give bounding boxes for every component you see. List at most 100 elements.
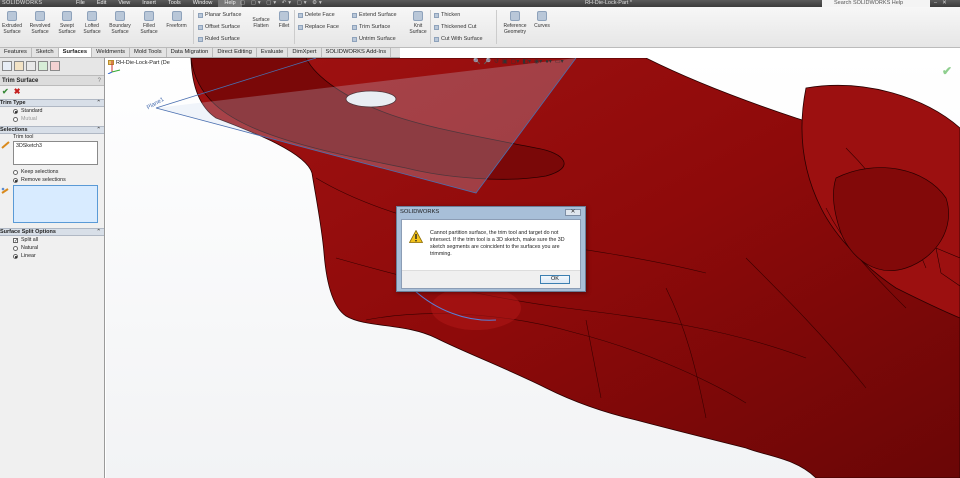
radio-unselected-icon [13, 246, 18, 251]
trim-surface-button[interactable]: Trim Surface [352, 24, 390, 30]
cancel-x-icon[interactable]: ✖ [14, 87, 21, 96]
tab-data-migration[interactable]: Data Migration [167, 48, 214, 57]
configuration-manager-icon[interactable] [26, 61, 36, 71]
tab-weldments[interactable]: Weldments [92, 48, 131, 57]
dimxpert-manager-icon[interactable] [38, 61, 48, 71]
close-window-icon[interactable]: ✕ [942, 0, 947, 7]
lofted-surface-button[interactable]: Lofted Surface [80, 11, 104, 35]
quick-access-toolbar[interactable]: ▢ ▢▾ ▢▾ ↶▾ ▢▾ ⚙▾ [240, 0, 324, 7]
display-style-icon[interactable]: ◧▾ [522, 58, 531, 65]
dialog-ok-button[interactable]: OK [540, 275, 570, 284]
dialog-close-button[interactable]: ✕ [565, 209, 581, 216]
radio-unselected-icon [13, 170, 18, 175]
property-manager-icon[interactable] [14, 61, 24, 71]
pieces-to-remove-icon [1, 187, 9, 194]
ribbon-divider [430, 10, 431, 44]
extend-surface-button[interactable]: Extend Surface [352, 12, 397, 18]
linear-radio[interactable]: Linear [0, 252, 104, 260]
section-view-icon[interactable]: ▣ [502, 58, 508, 65]
ribbon-divider [193, 10, 194, 44]
help-search-input[interactable]: Search SOLIDWORKS Help [822, 0, 930, 7]
selections-group-header[interactable]: Selections ⌃ [0, 126, 104, 134]
trim-type-group-header[interactable]: Trim Type ⌃ [0, 99, 104, 107]
knit-surface-button[interactable]: Knit Surface [407, 11, 429, 35]
tab-dimxpert[interactable]: DimXpert [288, 48, 322, 57]
boundary-surface-button[interactable]: Boundary Surface [106, 11, 134, 35]
ruled-surface-button[interactable]: Ruled Surface [198, 36, 240, 42]
swept-surface-button[interactable]: Swept Surface [56, 11, 78, 35]
menu-tools[interactable]: Tools [162, 0, 187, 7]
planar-surface-button[interactable]: Planar Surface [198, 12, 241, 18]
swept-surface-icon [62, 11, 72, 21]
freeform-button[interactable]: Freeform [163, 11, 190, 29]
cut-with-surface-button[interactable]: Cut With Surface [434, 36, 483, 42]
minimize-icon[interactable]: – [934, 0, 937, 7]
trim-type-standard-radio[interactable]: Standard [0, 107, 104, 115]
remove-selections-radio[interactable]: Remove selections [0, 176, 104, 184]
dialog-body: Cannot partition surface, the trim tool … [401, 219, 581, 289]
collapse-chevron-icon[interactable]: ⌃ [96, 127, 101, 134]
tab-surfaces[interactable]: Surfaces [58, 48, 93, 57]
confirmation-corner-ok-icon[interactable]: ✔ [942, 64, 952, 78]
thickened-cut-button[interactable]: Thickened Cut [434, 24, 476, 30]
natural-radio[interactable]: Natural [0, 244, 104, 252]
offset-surface-button[interactable]: Offset Surface [198, 24, 240, 30]
collapse-chevron-icon[interactable]: ⌃ [96, 100, 101, 107]
knit-surface-icon [413, 11, 423, 21]
split-all-checkbox[interactable]: ✓ Split all [0, 236, 104, 244]
trim-tool-selection-box[interactable]: 3DSketch3 [13, 141, 98, 165]
untrim-surface-button[interactable]: Untrim Surface [352, 36, 396, 42]
tab-sketch[interactable]: Sketch [32, 48, 59, 57]
warning-icon [409, 230, 423, 243]
tab-direct-editing[interactable]: Direct Editing [213, 48, 257, 57]
zoom-fit-icon[interactable]: 🔍 [473, 58, 480, 65]
dialog-message: Cannot partition surface, the trim tool … [430, 230, 565, 257]
dialog-title-bar: SOLIDWORKS ✕ [397, 207, 585, 218]
scene-icon[interactable]: ▭▾ [555, 58, 564, 65]
thicken-button[interactable]: Thicken [434, 12, 460, 18]
previous-view-icon[interactable]: ↺ [494, 58, 499, 65]
help-search-placeholder: Search SOLIDWORKS Help [834, 0, 904, 6]
display-manager-icon[interactable] [50, 61, 60, 71]
error-dialog: SOLIDWORKS ✕ Cannot partition surface, t… [396, 206, 586, 292]
title-bar: SOLIDWORKS File Edit View Insert Tools W… [0, 0, 960, 7]
tab-features[interactable]: Features [0, 48, 32, 57]
menu-edit[interactable]: Edit [91, 0, 112, 7]
tab-solidworks-addins[interactable]: SOLIDWORKS Add-Ins [322, 48, 392, 57]
property-manager-title: Trim Surface ? [0, 76, 104, 86]
extruded-surface-button[interactable]: Extruded Surface [0, 11, 24, 35]
revolved-surface-button[interactable]: Revolved Surface [27, 11, 53, 35]
delete-face-button[interactable]: Delete Face [298, 12, 335, 18]
app-logo: SOLIDWORKS [2, 0, 43, 6]
fillet-button[interactable]: Fillet [274, 11, 294, 29]
appearance-icon[interactable]: ●▾ [545, 58, 552, 65]
ok-check-icon[interactable]: ✔ [2, 87, 9, 96]
freeform-icon [171, 11, 182, 21]
tab-evaluate[interactable]: Evaluate [257, 48, 289, 57]
menu-help[interactable]: Help [218, 0, 242, 7]
help-icon[interactable]: ? [98, 76, 101, 86]
collapse-chevron-icon[interactable]: ⌃ [96, 229, 101, 236]
reference-geometry-button[interactable]: Reference Geometry [500, 11, 530, 35]
tab-mold-tools[interactable]: Mold Tools [130, 48, 167, 57]
feature-tree-icon[interactable] [2, 61, 12, 71]
boundary-surface-icon [115, 11, 125, 21]
menu-view[interactable]: View [112, 0, 136, 7]
dialog-footer: OK [402, 270, 580, 288]
menu-file[interactable]: File [70, 0, 91, 7]
zoom-area-icon[interactable]: 🔎 [483, 58, 490, 65]
trim-type-mutual-radio[interactable]: Mutual [0, 115, 104, 123]
view-orientation-icon[interactable]: ▢▾ [511, 58, 520, 65]
surface-flatten-button[interactable]: Surface Flatten [248, 17, 274, 29]
menu-insert[interactable]: Insert [136, 0, 162, 7]
hide-show-icon[interactable]: ◉▾ [534, 58, 542, 65]
curves-button[interactable]: Curves [531, 11, 553, 29]
filled-surface-button[interactable]: Filled Surface [137, 11, 161, 35]
keep-selections-radio[interactable]: Keep selections [0, 168, 104, 176]
menu-window[interactable]: Window [187, 0, 219, 7]
surface-split-options-header[interactable]: Surface Split Options ⌃ [0, 228, 104, 236]
pieces-to-remove-box[interactable] [13, 185, 98, 223]
replace-face-button[interactable]: Replace Face [298, 24, 339, 30]
trim-surface-icon [352, 24, 357, 30]
revolved-surface-icon [35, 11, 45, 21]
